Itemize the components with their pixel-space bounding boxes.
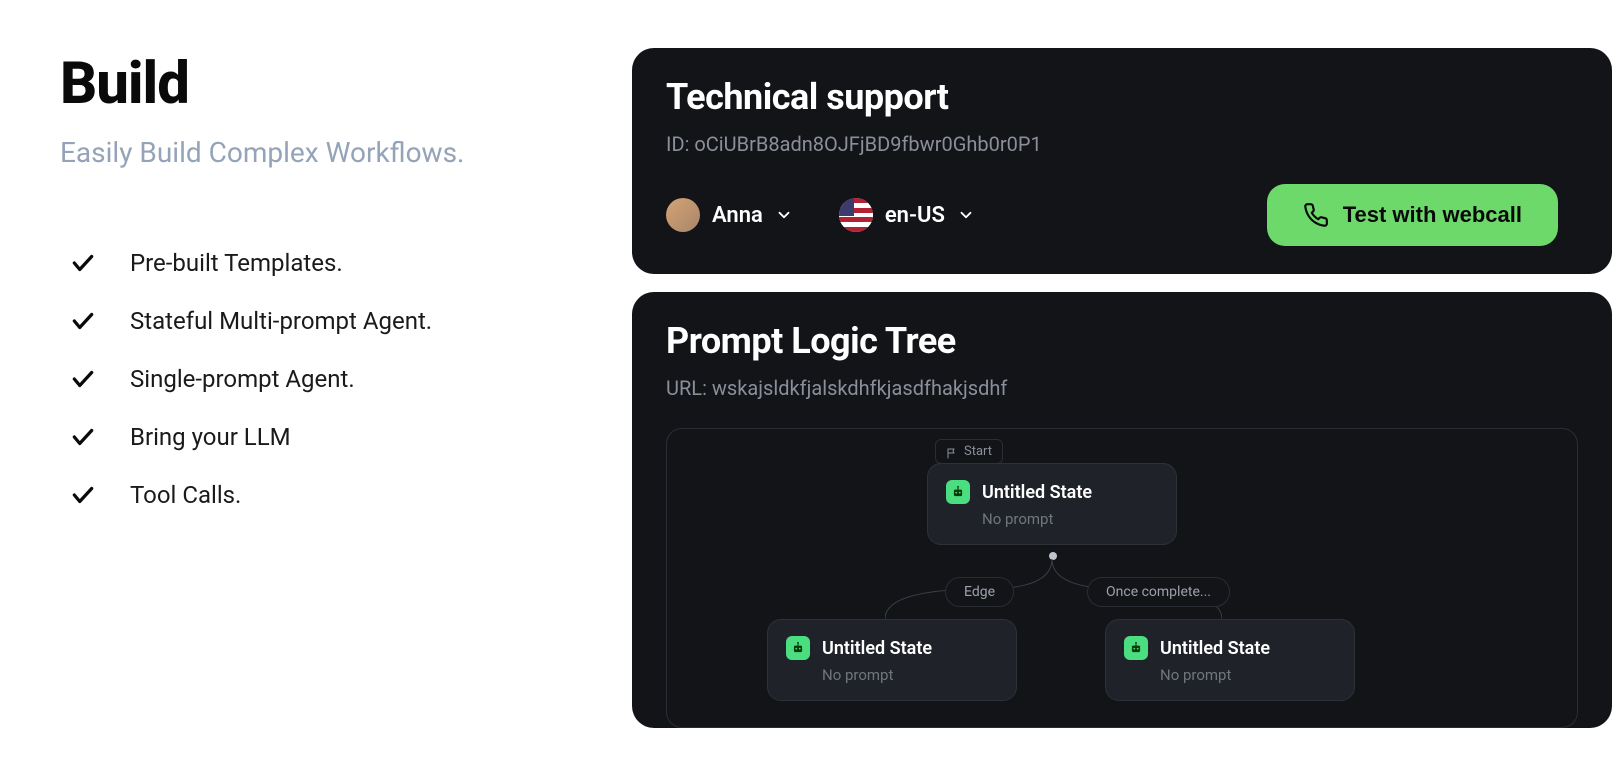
node-subtitle: No prompt [822,666,998,684]
feature-item: Stateful Multi-prompt Agent. [70,307,572,335]
us-flag-icon [839,198,873,232]
id-value: oCiUBrB8adn8OJFjBD9fbwr0Ghb0r0P1 [694,132,1041,156]
feature-text: Stateful Multi-prompt Agent. [130,307,432,335]
check-icon [70,366,96,392]
persona-dropdown[interactable]: Anna [666,198,793,232]
url-value: wskajsldkfjalskdhfkjasdfhakjsdhf [712,376,1008,400]
node-title: Untitled State [982,482,1092,503]
url-line: URL: wskajsldkfjalskdhfkjasdfhakjsdhf [666,376,1578,400]
phone-icon [1303,202,1329,228]
persona-name: Anna [712,203,763,228]
flag-icon [946,447,958,457]
start-badge: Start [935,439,1003,464]
chevron-down-icon [775,206,793,224]
check-icon [70,250,96,276]
robot-icon [1124,636,1148,660]
tree-node-root[interactable]: Untitled State No prompt [927,463,1177,545]
app-right-panel: Technical support ID: oCiUBrB8adn8OJFjBD… [632,0,1612,776]
check-icon [70,308,96,334]
start-label: Start [964,444,992,459]
tree-node-right[interactable]: Untitled State No prompt [1105,619,1355,701]
logic-tree-card: Prompt Logic Tree URL: wskajsldkfjalskdh… [632,292,1612,728]
node-title: Untitled State [822,638,932,659]
id-label: ID: [666,132,694,156]
robot-icon [786,636,810,660]
test-button-label: Test with webcall [1343,202,1522,228]
tree-canvas[interactable]: Start Untitled State No prompt Edge Onc [666,428,1578,728]
node-subtitle: No prompt [982,510,1158,528]
url-label: URL: [666,376,712,400]
feature-item: Single-prompt Agent. [70,365,572,393]
locale-label: en-US [885,203,945,228]
feature-text: Pre-built Templates. [130,249,343,277]
feature-list: Pre-built Templates. Stateful Multi-prom… [60,249,572,509]
agent-id-line: ID: oCiUBrB8adn8OJFjBD9fbwr0Ghb0r0P1 [666,132,1578,156]
locale-dropdown[interactable]: en-US [839,198,975,232]
test-webcall-button[interactable]: Test with webcall [1267,184,1558,246]
edge-label-right[interactable]: Once complete... [1087,577,1230,607]
node-title: Untitled State [1160,638,1270,659]
controls-row: Anna en-US [666,184,1578,246]
marketing-left-panel: Build Easily Build Complex Workflows. Pr… [0,0,632,776]
agent-title: Technical support [666,76,1578,118]
node-subtitle: No prompt [1160,666,1336,684]
feature-text: Single-prompt Agent. [130,365,355,393]
check-icon [70,482,96,508]
feature-item: Tool Calls. [70,481,572,509]
feature-text: Tool Calls. [130,481,241,509]
feature-item: Pre-built Templates. [70,249,572,277]
feature-text: Bring your LLM [130,423,291,451]
chevron-down-icon [957,206,975,224]
check-icon [70,424,96,450]
edge-label-left[interactable]: Edge [945,577,1014,607]
feature-item: Bring your LLM [70,423,572,451]
avatar-icon [666,198,700,232]
logic-tree-title: Prompt Logic Tree [666,320,1578,362]
robot-icon [946,480,970,504]
tree-node-left[interactable]: Untitled State No prompt [767,619,1017,701]
page-title: Build [60,50,572,118]
page-subtitle: Easily Build Complex Workflows. [60,136,572,169]
header-card: Technical support ID: oCiUBrB8adn8OJFjBD… [632,48,1612,274]
